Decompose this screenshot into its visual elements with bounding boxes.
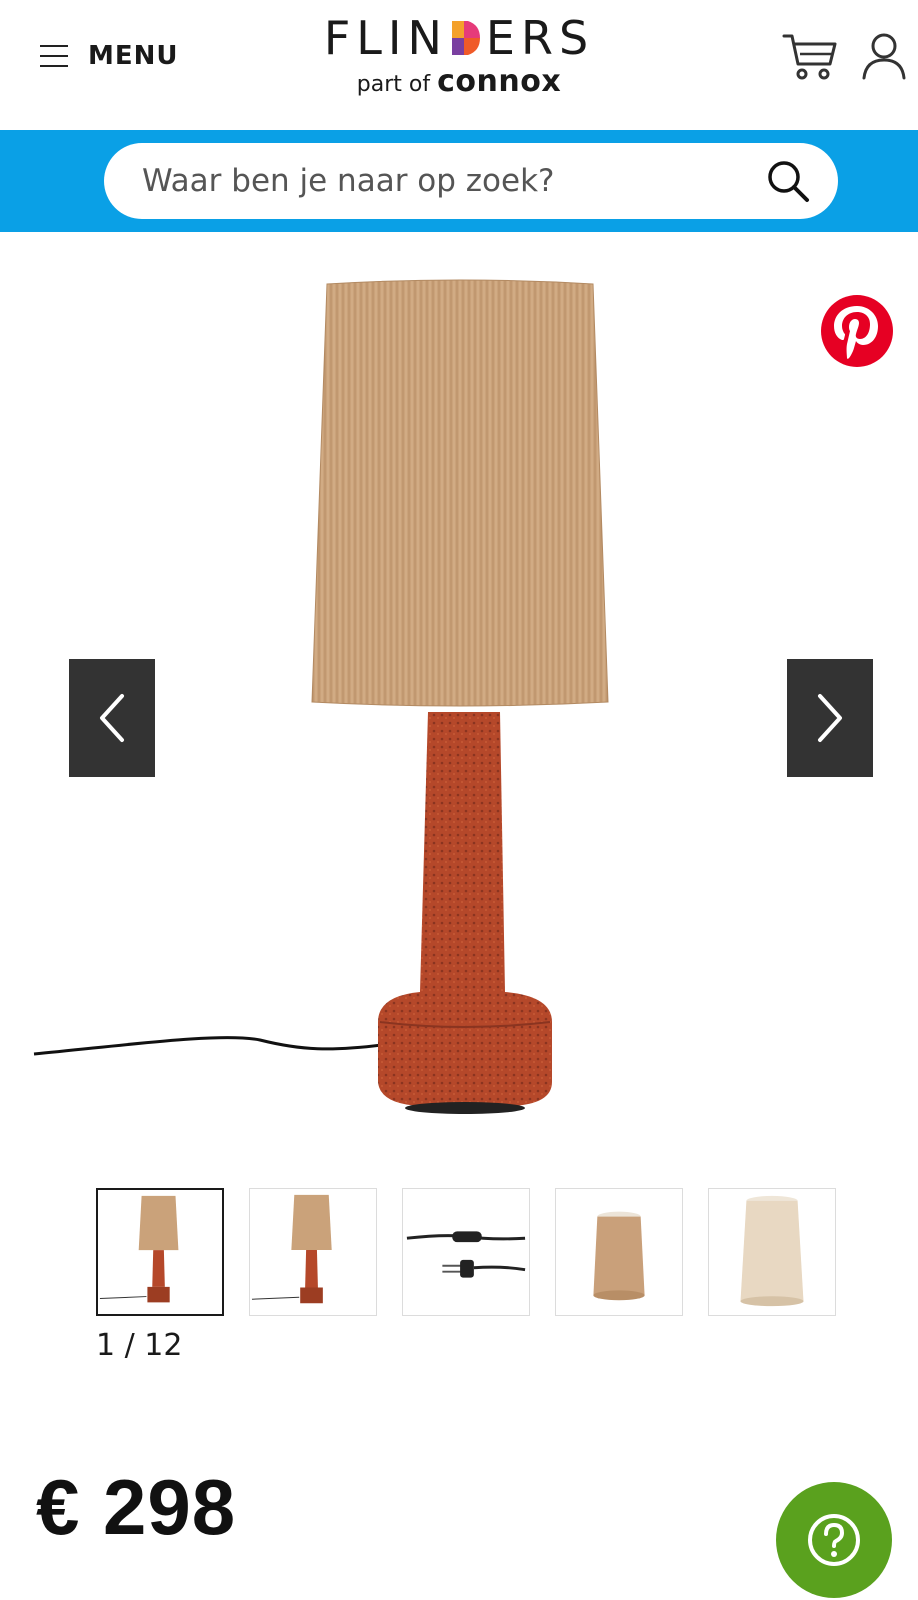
image-counter: 1 / 12 <box>96 1328 183 1363</box>
brand-subtitle: part of connox <box>309 64 609 99</box>
brand-logo[interactable]: FLIN ERS part of connox <box>309 10 609 99</box>
thumbnail-strip <box>96 1188 861 1320</box>
cart-icon[interactable] <box>782 30 838 82</box>
previous-image-button[interactable] <box>69 659 155 777</box>
menu-button[interactable]: MENU <box>40 38 179 74</box>
help-button[interactable] <box>776 1482 892 1598</box>
brand-name: FLIN ERS <box>309 10 609 66</box>
search-input[interactable] <box>142 143 732 219</box>
chevron-left-icon <box>100 694 124 742</box>
user-icon[interactable] <box>860 30 908 82</box>
menu-icon <box>40 45 68 67</box>
thumbnail-2[interactable] <box>249 1188 377 1316</box>
brand-name-end: ERS <box>485 11 595 65</box>
thumbnail-shade-tan-image <box>593 1211 645 1301</box>
menu-label: MENU <box>88 41 179 71</box>
brand-sub-name: connox <box>437 64 562 99</box>
chevron-right-icon <box>818 694 842 742</box>
thumbnail-5[interactable] <box>708 1188 836 1316</box>
search-bar <box>0 130 918 232</box>
product-price: € 298 <box>36 1463 237 1551</box>
thumbnail-shade-cream-image <box>740 1195 804 1307</box>
thumbnail-lamp-image <box>99 1195 179 1303</box>
question-icon <box>808 1514 860 1566</box>
site-header: MENU FLIN ERS part of connox <box>0 0 918 130</box>
pinterest-icon[interactable] <box>820 294 894 368</box>
brand-d-logo-mark <box>451 21 480 55</box>
thumbnail-3[interactable] <box>402 1188 530 1316</box>
brand-sub-prefix: part of <box>356 72 431 97</box>
thumbnail-4[interactable] <box>555 1188 683 1316</box>
product-image-main[interactable] <box>0 232 918 1152</box>
thumbnail-1[interactable] <box>96 1188 224 1316</box>
search-icon[interactable] <box>764 157 812 205</box>
next-image-button[interactable] <box>787 659 873 777</box>
thumbnail-cable-image <box>406 1231 526 1278</box>
search-box <box>104 143 838 219</box>
thumbnail-lamp-image-alt <box>251 1194 332 1304</box>
brand-name-start: FLIN <box>323 11 448 65</box>
